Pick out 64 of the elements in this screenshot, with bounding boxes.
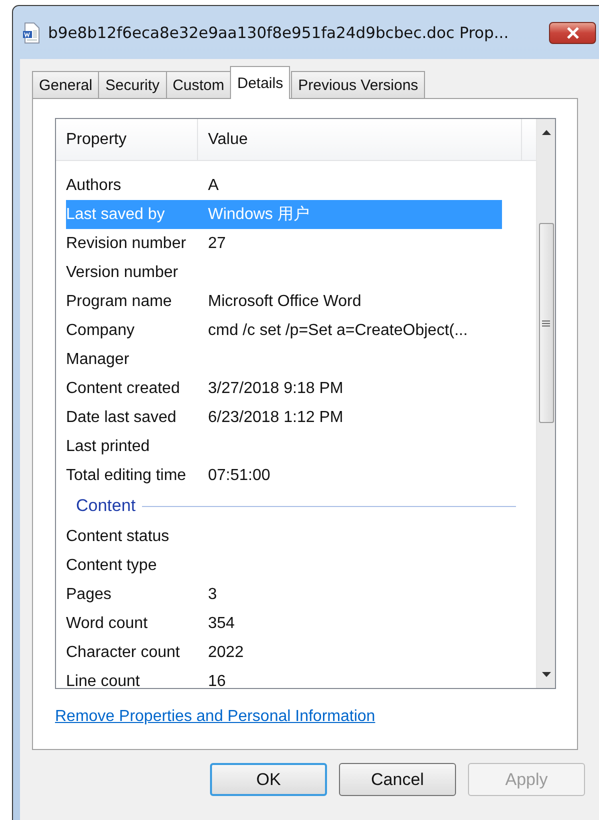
property-value: 2022 [208, 644, 244, 662]
tab[interactable]: Details [230, 66, 290, 99]
property-value: Windows 用户 [208, 204, 310, 225]
property-row[interactable]: Manager [66, 345, 502, 374]
property-name: Revision number [66, 234, 188, 252]
property-name: Character count [66, 644, 181, 662]
dialog-button[interactable]: Cancel [339, 763, 456, 796]
property-row[interactable]: Version number [66, 258, 502, 287]
property-row[interactable]: Company cmd /c set /p=Set a=CreateObject(... [66, 316, 502, 345]
property-row[interactable]: Revision number 27 [66, 229, 502, 258]
tab[interactable]: General [32, 71, 100, 99]
property-name: Authors [66, 176, 122, 194]
window-title: b9e8b12f6eca8e32e9aa130f8e951fa24d9bcbec.doc Prop... [48, 24, 510, 42]
property-row[interactable]: Content status [66, 522, 502, 551]
property-row[interactable]: Authors A [66, 171, 502, 200]
remove-properties-link[interactable]: Remove Properties and Personal Information [55, 708, 376, 726]
property-value: 6/23/2018 1:12 PM [208, 408, 344, 426]
property-row[interactable]: Content created 3/27/2018 9:18 PM [66, 374, 502, 403]
property-value: 07:51:00 [208, 466, 270, 484]
tab[interactable]: Previous Versions [291, 71, 426, 99]
close-icon[interactable] [566, 26, 580, 38]
property-row[interactable]: Line count 16 [66, 667, 502, 688]
property-name: Company [66, 322, 136, 340]
property-value: 27 [208, 234, 226, 252]
column-header[interactable]: Property [56, 119, 198, 160]
property-row[interactable]: Last printed [66, 432, 502, 461]
property-row[interactable]: Content type [66, 551, 502, 580]
column-header[interactable]: Value [198, 119, 522, 160]
property-row[interactable]: Word count 354 [66, 609, 502, 638]
tab[interactable]: Security [98, 71, 167, 99]
property-name: Pages [66, 586, 112, 604]
property-name: Program name [66, 292, 173, 310]
section-title: Content [76, 496, 136, 516]
property-value: Microsoft Office Word [208, 292, 362, 310]
property-row[interactable]: Total editing time 07:51:00 [66, 461, 502, 490]
property-name: Last saved by [66, 206, 166, 224]
scroll-thumb[interactable] [538, 223, 554, 423]
tab[interactable]: Custom [166, 71, 232, 99]
property-value: 354 [208, 614, 235, 632]
property-value: A [208, 176, 219, 194]
close-button[interactable] [549, 22, 596, 44]
property-name: Content type [66, 556, 158, 574]
property-name: Content status [66, 528, 170, 546]
property-name: Version number [66, 264, 180, 282]
property-name: Content created [66, 380, 181, 398]
document-icon [22, 22, 40, 44]
property-row[interactable]: Date last saved 6/23/2018 1:12 PM [66, 403, 502, 432]
property-value: 16 [208, 672, 226, 688]
property-value: 3/27/2018 9:18 PM [208, 380, 344, 398]
property-row[interactable]: Program name Microsoft Office Word [66, 287, 502, 316]
property-value: 3 [208, 586, 217, 604]
property-value: cmd /c set /p=Set a=CreateObject(... [208, 322, 468, 340]
property-name: Line count [66, 672, 141, 688]
scroll-down-icon[interactable] [542, 672, 550, 678]
property-name: Manager [66, 350, 130, 368]
property-row[interactable]: Character count 2022 [66, 638, 502, 667]
scrollbar[interactable] [536, 119, 555, 688]
property-name: Last printed [66, 438, 151, 456]
scroll-up-icon[interactable] [542, 129, 550, 135]
property-name: Date last saved [66, 408, 178, 426]
property-row[interactable]: Pages 3 [66, 580, 502, 609]
property-name: Total editing time [66, 466, 188, 484]
dialog-button[interactable]: OK [210, 763, 327, 796]
property-name: Word count [66, 614, 149, 632]
